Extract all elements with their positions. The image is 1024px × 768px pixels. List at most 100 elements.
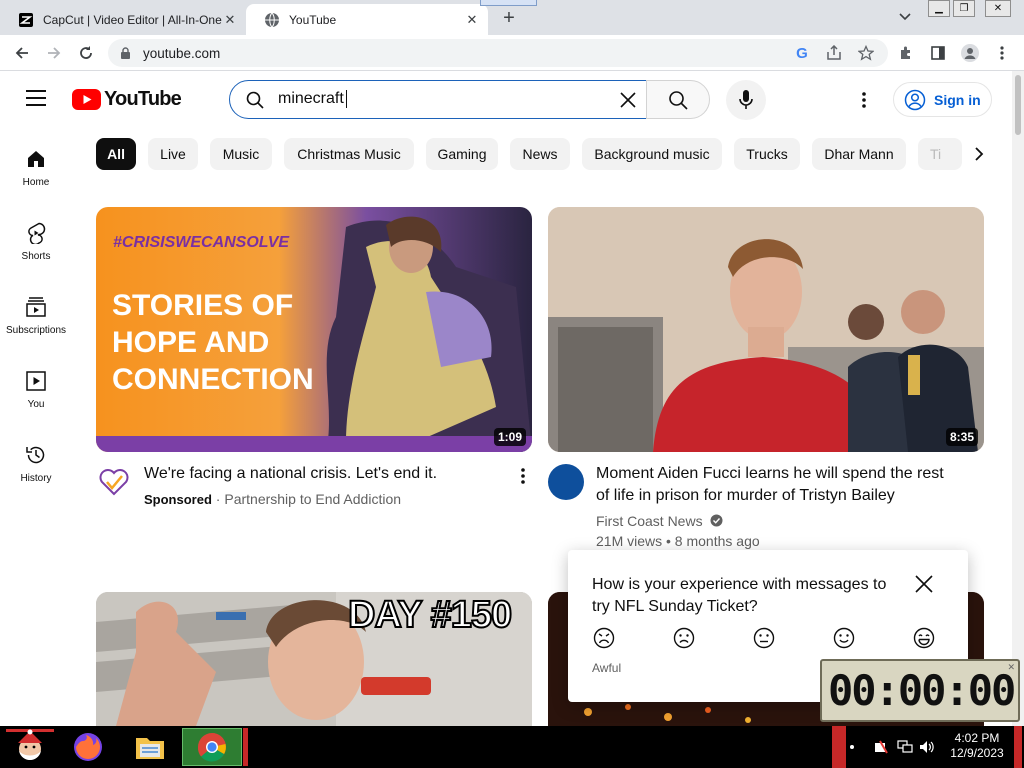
- chip-live[interactable]: Live: [148, 138, 198, 170]
- more-options-icon[interactable]: [852, 88, 876, 112]
- subscriptions-icon: [24, 295, 48, 319]
- video-title[interactable]: We're facing a national crisis. Let's en…: [144, 463, 504, 485]
- logo-text: YouTube: [104, 88, 182, 110]
- santa-start-icon: [6, 729, 54, 760]
- chrome-menu-icon[interactable]: [992, 43, 1012, 63]
- scrollbar-thumb[interactable]: [1015, 75, 1021, 135]
- video-duration: 1:09: [493, 428, 526, 446]
- chip-christmas-music[interactable]: Christmas Music: [284, 138, 414, 170]
- chip-all[interactable]: All: [96, 138, 136, 170]
- forward-arrow-icon[interactable]: [42, 41, 66, 65]
- shorts-icon: [24, 221, 48, 245]
- video-thumbnail[interactable]: #CRISISWECANSOLVE STORIES OF HOPE AND CO…: [96, 207, 532, 452]
- youtube-play-logo-icon: [72, 89, 101, 110]
- neutral-face-icon[interactable]: [752, 626, 776, 650]
- network-warning-icon[interactable]: [872, 726, 890, 768]
- video-duration: 8:35: [945, 428, 978, 446]
- thumbnail-line: STORIES OF: [112, 289, 294, 322]
- sidebar-item-subscriptions[interactable]: Subscriptions: [0, 283, 72, 343]
- tab-youtube[interactable]: YouTube ✕: [246, 4, 488, 35]
- chevron-down-icon[interactable]: [896, 9, 914, 25]
- side-panel-icon[interactable]: [928, 43, 948, 63]
- address-bar[interactable]: youtube.com: [108, 39, 888, 67]
- chevron-right-icon[interactable]: [964, 142, 994, 166]
- very-satisfied-face-icon[interactable]: [912, 626, 936, 650]
- capcut-icon: [18, 12, 34, 28]
- back-arrow-icon[interactable]: [10, 41, 34, 65]
- sidebar-item-shorts[interactable]: Shorts: [0, 209, 72, 269]
- restore-button[interactable]: ❐: [953, 0, 975, 17]
- system-clock[interactable]: 4:02 PM 12/9/2023: [942, 731, 1012, 761]
- close-icon[interactable]: [912, 572, 936, 596]
- search-input[interactable]: minecraft: [229, 80, 647, 119]
- clear-search-icon[interactable]: [616, 88, 640, 112]
- account-circle-icon: [904, 89, 926, 111]
- chip-trucks[interactable]: Trucks: [734, 138, 800, 170]
- chip-news[interactable]: News: [510, 138, 570, 170]
- reload-icon[interactable]: [74, 41, 98, 65]
- extensions-icon[interactable]: [896, 43, 916, 63]
- profile-avatar-icon[interactable]: [960, 43, 980, 63]
- satisfied-face-icon[interactable]: [832, 626, 856, 650]
- chip-background-music[interactable]: Background music: [582, 138, 722, 170]
- sidebar-item-home[interactable]: Home: [0, 135, 72, 195]
- show-desktop-button[interactable]: [1014, 726, 1022, 768]
- chip-music[interactable]: Music: [210, 138, 272, 170]
- close-tab-icon[interactable]: ✕: [222, 12, 238, 28]
- voice-search-button[interactable]: [726, 80, 766, 120]
- sidebar-item-label: Subscriptions: [5, 325, 67, 336]
- menu-icon[interactable]: [26, 90, 46, 106]
- sponsored-label: Sponsored: [144, 492, 212, 507]
- dissatisfied-face-icon[interactable]: [672, 626, 696, 650]
- sign-in-button[interactable]: Sign in: [893, 82, 992, 117]
- thumbnail-headline: STORIES OF HOPE AND CONNECTION: [112, 287, 314, 398]
- tab-capcut[interactable]: CapCut | Video Editor | All-In-One ✕: [0, 4, 246, 35]
- close-tab-icon[interactable]: ✕: [464, 12, 480, 28]
- youtube-logo[interactable]: YouTube: [72, 88, 182, 111]
- page-scrollbar[interactable]: [1012, 71, 1024, 726]
- share-icon[interactable]: [824, 43, 844, 63]
- channel-avatar[interactable]: [548, 464, 584, 500]
- clock-date: 12/9/2023: [950, 746, 1004, 760]
- close-icon[interactable]: ✕: [1007, 662, 1015, 673]
- file-explorer-icon[interactable]: [128, 728, 172, 766]
- sidebar-item-history[interactable]: History: [0, 431, 72, 491]
- video-thumbnail[interactable]: 8:35: [548, 207, 984, 452]
- chip-gaming[interactable]: Gaming: [426, 138, 498, 170]
- start-button[interactable]: [4, 728, 56, 766]
- browser-tab-strip: CapCut | Video Editor | All-In-One ✕ You…: [0, 0, 1024, 35]
- google-icon[interactable]: G: [792, 43, 812, 63]
- firefox-icon[interactable]: [66, 728, 110, 766]
- thumbnail-line: CONNECTION: [112, 363, 314, 396]
- video-thumbnail[interactable]: DAY #150: [96, 592, 532, 726]
- chrome-icon: [197, 733, 226, 762]
- search-button[interactable]: [646, 80, 710, 119]
- volume-icon[interactable]: [918, 726, 936, 768]
- tab-title: CapCut | Video Editor | All-In-One: [43, 12, 222, 27]
- minimize-button[interactable]: ▁: [928, 0, 950, 17]
- youtube-header: YouTube minecraft Sign in: [0, 71, 1024, 127]
- lock-icon[interactable]: [120, 46, 131, 60]
- video-meta: Sponsored · Partnership to End Addiction: [144, 491, 402, 507]
- heart-channel-logo-icon[interactable]: [98, 466, 130, 498]
- close-window-button[interactable]: ✕: [985, 0, 1011, 17]
- chrome-taskbar-button[interactable]: [182, 728, 242, 766]
- url-text: youtube.com: [143, 45, 221, 61]
- advertiser-name[interactable]: Partnership to End Addiction: [224, 491, 401, 507]
- stopwatch-widget[interactable]: 00:00:00 ✕: [820, 659, 1020, 722]
- home-icon: [24, 147, 48, 171]
- rating-low-label: Awful: [592, 661, 622, 675]
- more-vert-icon[interactable]: [513, 464, 533, 488]
- tray-indicator: [832, 726, 846, 768]
- very-dissatisfied-face-icon[interactable]: [592, 626, 616, 650]
- chip-partial[interactable]: Ti: [918, 138, 962, 170]
- search-icon: [669, 90, 688, 110]
- video-title[interactable]: Moment Aiden Fucci learns he will spend …: [596, 463, 976, 507]
- network-icon[interactable]: [896, 726, 914, 768]
- channel-name[interactable]: First Coast News: [596, 513, 703, 529]
- chip-dhar-mann[interactable]: Dhar Mann: [812, 138, 906, 170]
- video-title-line: Moment Aiden Fucci learns he will spend …: [596, 465, 944, 482]
- new-tab-button[interactable]: +: [497, 7, 521, 29]
- bookmark-star-icon[interactable]: [856, 43, 876, 63]
- sidebar-item-you[interactable]: You: [0, 357, 72, 417]
